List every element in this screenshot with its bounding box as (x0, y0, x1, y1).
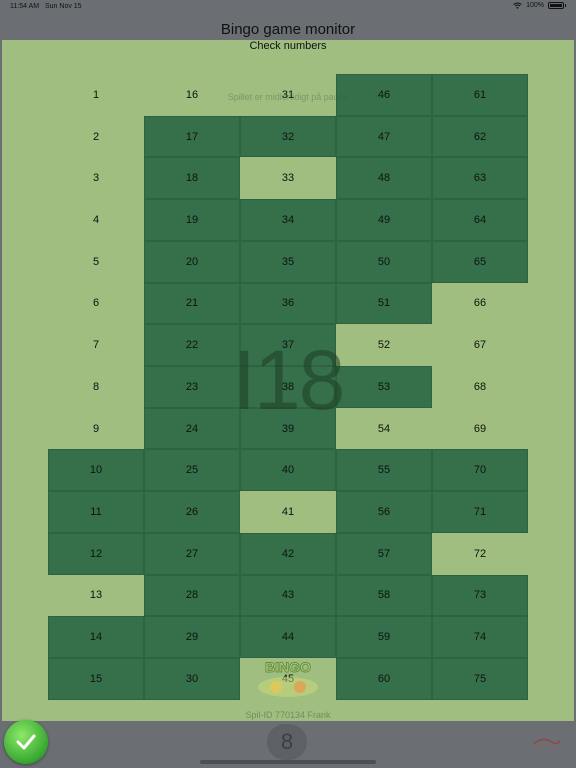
number-cell[interactable]: 48 (336, 157, 432, 200)
battery-icon (548, 2, 564, 9)
number-cell[interactable]: 63 (432, 157, 528, 200)
number-cell[interactable]: 47 (336, 115, 432, 158)
number-cell[interactable]: 69 (432, 408, 528, 450)
number-cell[interactable]: 66 (432, 283, 528, 325)
number-cell[interactable]: 32 (240, 115, 336, 158)
number-cell[interactable]: 74 (432, 616, 528, 659)
number-cell[interactable]: 13 (48, 575, 144, 617)
center-number-button[interactable]: 8 (267, 724, 307, 760)
number-cell[interactable]: 10 (48, 449, 144, 492)
number-cell[interactable]: 67 (432, 324, 528, 366)
number-cell[interactable]: 17 (144, 115, 240, 158)
number-cell[interactable]: 5 (48, 241, 144, 283)
number-cell[interactable]: 8 (48, 366, 144, 408)
number-cell[interactable]: 42 (240, 532, 336, 575)
number-cell[interactable]: 1 (48, 74, 144, 116)
number-cell[interactable]: 21 (144, 282, 240, 325)
number-cell[interactable]: 6 (48, 283, 144, 325)
status-time: 11:54 AM (10, 3, 40, 10)
logo-word: BINGO (265, 659, 311, 675)
number-cell[interactable]: 37 (240, 324, 336, 367)
number-cell[interactable]: 51 (336, 282, 432, 325)
number-cell[interactable]: 57 (336, 532, 432, 575)
number-cell[interactable]: 34 (240, 199, 336, 241)
status-right: 100% (513, 2, 566, 9)
number-cell[interactable]: 2 (48, 116, 144, 158)
number-cell[interactable]: 14 (48, 616, 144, 659)
number-cell[interactable]: 29 (144, 616, 240, 659)
number-cell[interactable]: 16 (144, 74, 240, 116)
number-cell[interactable]: 68 (432, 366, 528, 408)
number-cell[interactable]: 9 (48, 408, 144, 450)
number-cell[interactable]: 35 (240, 240, 336, 283)
brand-logo-icon (533, 738, 561, 749)
number-cell[interactable]: 62 (432, 115, 528, 158)
number-cell[interactable]: 20 (144, 240, 240, 283)
number-cell[interactable]: 53 (336, 366, 432, 408)
battery-percent: 100% (526, 2, 544, 9)
page-title: Bingo game monitor (220, 21, 356, 38)
number-cell[interactable]: 73 (432, 574, 528, 617)
number-cell[interactable]: 44 (240, 616, 336, 659)
status-date: Sun Nov 15 (45, 3, 82, 10)
number-cell[interactable]: 61 (432, 74, 528, 116)
number-cell[interactable]: 55 (336, 449, 432, 492)
number-cell[interactable]: 54 (336, 408, 432, 450)
number-cell[interactable]: 31 (240, 74, 336, 116)
number-cell[interactable]: 56 (336, 491, 432, 533)
number-cell[interactable]: 30 (144, 658, 240, 700)
number-cell[interactable]: 33 (240, 157, 336, 199)
number-cell[interactable]: 22 (144, 324, 240, 367)
number-cell[interactable]: 60 (336, 658, 432, 700)
checkmark-icon (16, 734, 36, 750)
number-cell[interactable]: 58 (336, 574, 432, 617)
number-cell[interactable]: 28 (144, 574, 240, 617)
number-cell[interactable]: 23 (144, 366, 240, 408)
bingo-logo: BINGO (258, 659, 318, 697)
battery-tip (565, 4, 566, 7)
number-8-icon: 8 (280, 729, 294, 754)
number-cell[interactable]: 26 (144, 491, 240, 533)
home-indicator[interactable] (200, 760, 376, 764)
number-cell[interactable]: 59 (336, 616, 432, 659)
header: Bingo game monitor (0, 20, 576, 40)
bingo-number-grid: 1 16 31 46 61 2 17 32 47 62 3 18 33 48 63 4 19 34 49 64 5 20 3… (48, 74, 528, 700)
number-cell[interactable]: 36 (240, 282, 336, 325)
number-cell[interactable]: 38 (240, 366, 336, 408)
confirm-button[interactable] (4, 720, 48, 764)
status-bar: 11:54 AM Sun Nov 15 100% (0, 0, 576, 14)
number-cell[interactable]: 40 (240, 449, 336, 492)
number-cell[interactable]: 75 (432, 658, 528, 700)
wifi-icon (513, 2, 522, 9)
number-cell[interactable]: 19 (144, 199, 240, 241)
number-cell[interactable]: 41 (240, 491, 336, 533)
number-cell[interactable]: 43 (240, 574, 336, 617)
number-cell[interactable]: 3 (48, 157, 144, 199)
number-cell[interactable]: 39 (240, 407, 336, 450)
number-cell[interactable]: 49 (336, 199, 432, 241)
page-subtitle: Check numbers (249, 40, 327, 52)
number-cell[interactable]: 15 (48, 658, 144, 700)
number-cell[interactable]: 64 (432, 199, 528, 241)
number-cell[interactable]: 71 (432, 491, 528, 533)
number-cell[interactable]: 70 (432, 449, 528, 492)
number-cell[interactable]: 52 (336, 324, 432, 366)
number-cell[interactable]: 25 (144, 449, 240, 492)
number-cell[interactable]: 24 (144, 407, 240, 450)
number-cell[interactable]: 72 (432, 533, 528, 575)
number-cell[interactable]: 50 (336, 240, 432, 283)
number-cell[interactable]: 11 (48, 491, 144, 533)
number-cell[interactable]: 46 (336, 74, 432, 116)
number-cell[interactable]: 65 (432, 240, 528, 283)
number-cell[interactable]: 12 (48, 532, 144, 575)
number-cell[interactable]: 4 (48, 199, 144, 241)
number-cell[interactable]: 27 (144, 532, 240, 575)
number-cell[interactable]: 7 (48, 324, 144, 366)
number-cell[interactable]: 18 (144, 157, 240, 200)
